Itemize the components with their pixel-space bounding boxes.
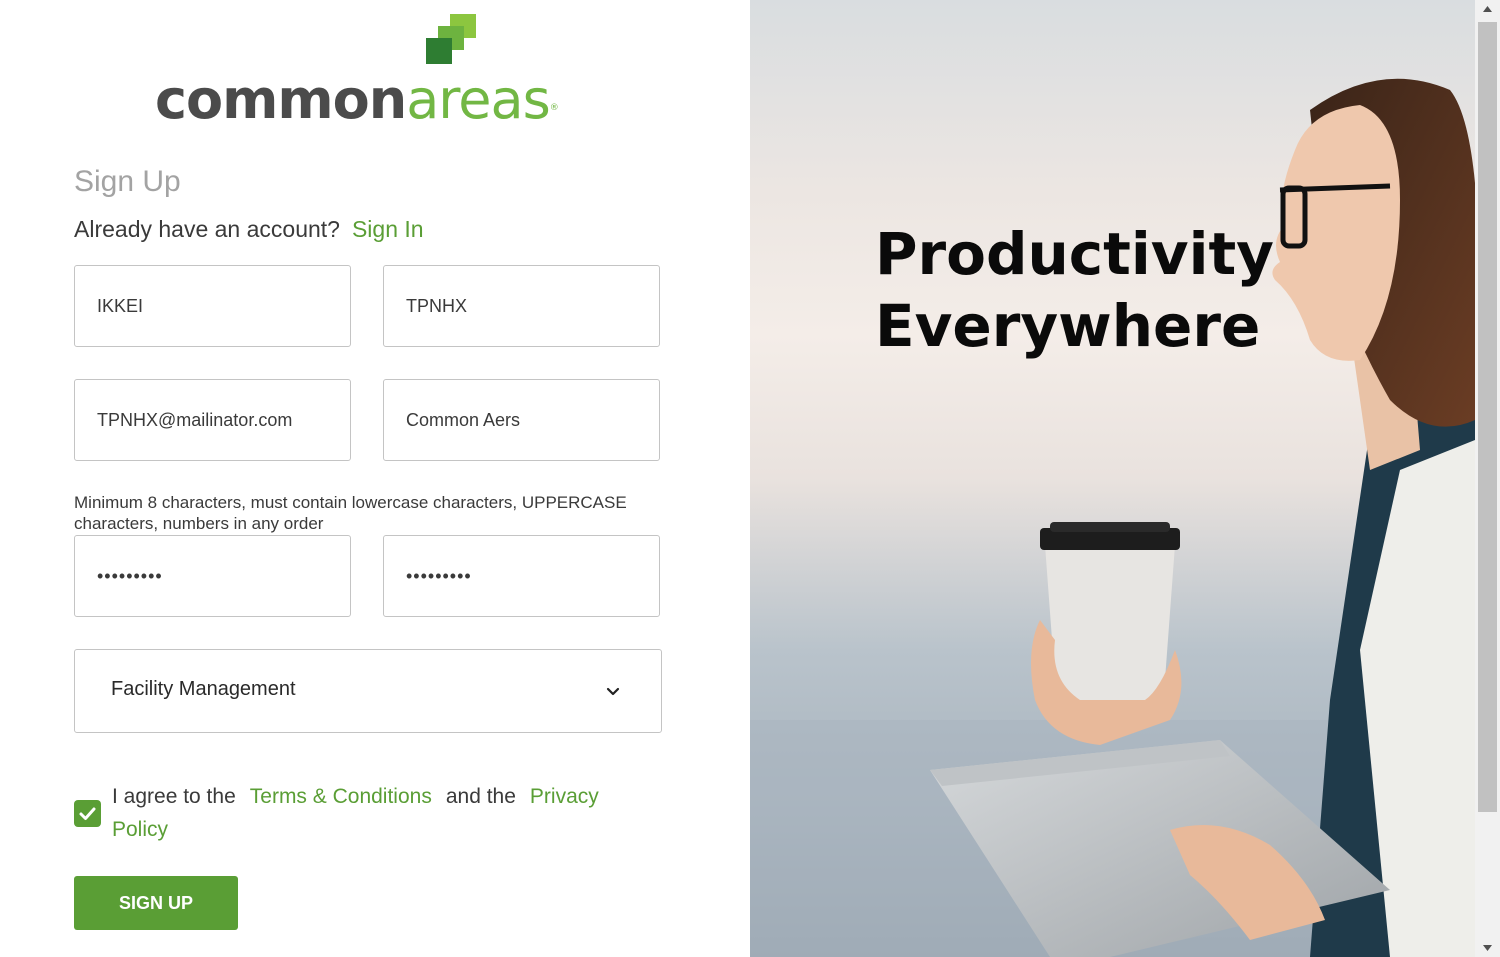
hero-headline-line1: Productivity <box>875 220 1274 288</box>
have-account-text: Already have an account? <box>74 216 340 242</box>
first-name-field[interactable] <box>74 265 351 347</box>
scroll-up-arrow-icon[interactable] <box>1475 0 1500 18</box>
industry-select-value: Facility Management <box>111 678 296 700</box>
agree-checkbox[interactable] <box>74 800 101 827</box>
page-title: Sign Up <box>74 165 181 198</box>
trademark-symbol: ® <box>549 103 559 113</box>
terms-link[interactable]: Terms & Conditions <box>250 785 432 808</box>
last-name-input[interactable] <box>406 266 646 346</box>
company-field[interactable] <box>383 379 660 461</box>
logo-mark-icon <box>426 14 476 64</box>
hero-headline: Productivity Everywhere <box>875 218 1274 362</box>
email-input[interactable] <box>97 380 337 460</box>
logo-word-areas: areas <box>406 68 551 131</box>
email-field[interactable] <box>74 379 351 461</box>
password-field[interactable] <box>74 535 351 617</box>
signup-panel: commonareas® Sign Up Already have an acc… <box>0 0 750 957</box>
logo-wordmark: commonareas® <box>155 68 559 131</box>
sign-in-link[interactable]: Sign In <box>352 216 424 242</box>
agree-prefix: I agree to the <box>112 785 236 808</box>
common-areas-logo: commonareas® <box>155 12 585 132</box>
confirm-password-field[interactable] <box>383 535 660 617</box>
logo-word-common: common <box>155 68 407 131</box>
vertical-scrollbar[interactable] <box>1475 0 1500 957</box>
have-account-row: Already have an account? Sign In <box>74 214 424 244</box>
hero-panel: Productivity Everywhere <box>750 0 1475 957</box>
sign-up-button[interactable]: SIGN UP <box>74 876 238 930</box>
page: commonareas® Sign Up Already have an acc… <box>0 0 1500 957</box>
company-input[interactable] <box>406 380 646 460</box>
password-hint: Minimum 8 characters, must contain lower… <box>74 493 627 533</box>
hero-headline-line2: Everywhere <box>875 292 1261 360</box>
first-name-input[interactable] <box>97 266 337 346</box>
scroll-down-arrow-icon[interactable] <box>1475 939 1500 957</box>
industry-select[interactable]: Facility Management <box>74 649 662 733</box>
agree-middle: and the <box>445 785 516 808</box>
hero-image <box>750 78 1475 957</box>
agree-text: I agree to the Terms & Conditions and the P… <box>112 780 632 846</box>
password-input[interactable] <box>97 536 337 616</box>
last-name-field[interactable] <box>383 265 660 347</box>
confirm-password-input[interactable] <box>406 536 646 616</box>
chevron-down-icon <box>606 687 620 696</box>
check-icon <box>79 807 96 820</box>
scrollbar-thumb[interactable] <box>1478 22 1497 812</box>
